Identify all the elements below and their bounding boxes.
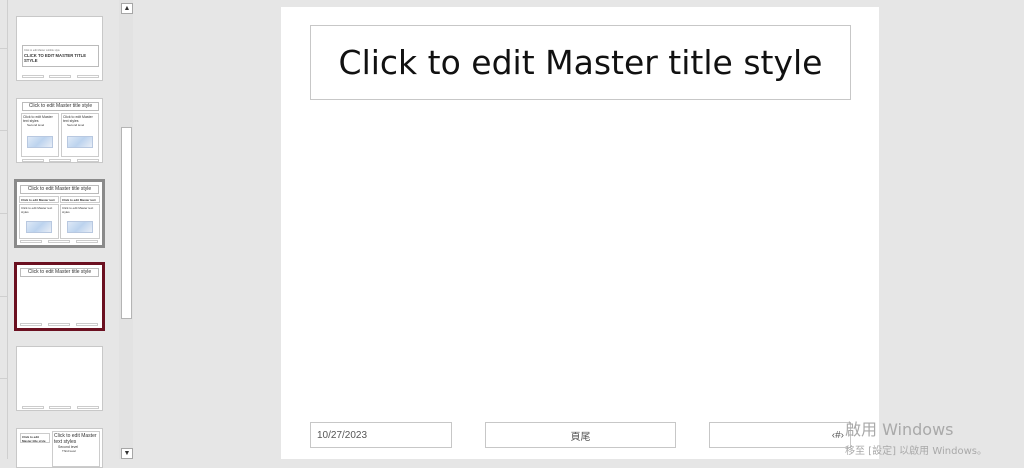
watermark-line2: 移至 [設定] 以啟用 Windows。 <box>845 446 987 457</box>
thumb-footer-box <box>49 406 71 409</box>
layout-thumbnail-blank[interactable] <box>16 346 103 411</box>
tree-connector <box>7 0 8 459</box>
thumb-footer-box <box>49 75 71 78</box>
thumb-left-heading: Click to edit Master text styles <box>19 196 59 203</box>
thumb-picture <box>67 136 93 148</box>
thumb-title: Click to edit Master title style <box>22 102 99 111</box>
thumb-bullet: Second level <box>27 123 45 127</box>
thumb-bullet: Second level <box>67 123 85 127</box>
thumb-left-content: Click to edit Master text styles <box>19 204 59 239</box>
tree-tick <box>0 130 7 131</box>
thumb-right-content: Click to edit Master text styles Second … <box>61 113 99 157</box>
thumb-left-content: Click to edit Master text styles Second … <box>21 113 59 157</box>
thumb-picture <box>27 136 53 148</box>
thumb-text: Click to edit Master text styles <box>63 115 93 123</box>
thumb-number-box <box>76 240 98 243</box>
thumb-title: CLICK TO EDIT MASTER TITLE STYLE <box>24 53 87 63</box>
thumb-date-box <box>22 159 44 162</box>
thumb-right-content: Click to edit Master text styles <box>60 204 100 239</box>
windows-activation-watermark: 啟用 Windows 移至 [設定] 以啟用 Windows。 <box>845 416 987 457</box>
tree-tick <box>0 48 7 49</box>
thumb-title: Click to edit Master title style <box>20 268 99 277</box>
thumb-bullet: Third level <box>62 449 76 453</box>
layout-thumbnail-title-only[interactable]: Click to edit Master title style <box>14 262 105 331</box>
thumb-number-box <box>77 159 99 162</box>
thumb-date-box <box>22 406 44 409</box>
thumb-text: Click to edit Master text styles <box>21 206 53 214</box>
footer-placeholder[interactable]: 頁尾 <box>485 422 676 448</box>
thumb-footer-box <box>48 323 70 326</box>
thumb-right-heading: Click to edit Master text styles <box>60 196 100 203</box>
scrollbar-thumb[interactable] <box>121 127 132 319</box>
date-placeholder[interactable]: 10/27/2023 <box>310 422 452 448</box>
thumb-picture <box>26 221 52 233</box>
thumb-title: Click to edit Master title style <box>20 185 99 194</box>
thumb-content: Click to edit Master text styles Second … <box>52 431 100 467</box>
thumb-footer-box <box>49 159 71 162</box>
thumb-text: Click to edit Master text styles <box>23 115 53 123</box>
tree-tick <box>0 213 7 214</box>
layout-thumbnail-title-slide[interactable]: Click to edit Master subtitle style CLIC… <box>16 16 103 81</box>
thumb-date-box <box>20 240 42 243</box>
thumb-number-box <box>77 406 99 409</box>
scroll-up-button[interactable]: ▲ <box>121 3 133 14</box>
thumb-text: Click to edit Master text styles <box>62 206 94 214</box>
thumb-date-box <box>22 75 44 78</box>
thumb-number-box <box>77 75 99 78</box>
layout-thumbnail-two-content[interactable]: Click to edit Master title style Click t… <box>16 98 103 163</box>
thumb-date-box <box>20 323 42 326</box>
layout-thumbnail-comparison[interactable]: Click to edit Master title style Click t… <box>14 179 105 248</box>
thumb-picture <box>67 221 93 233</box>
slide-canvas[interactable]: Click to edit Master title style 10/27/2… <box>281 7 879 459</box>
thumb-footer-box <box>48 240 70 243</box>
layout-thumbnail-content-caption[interactable]: Click to edit Master title style Click t… <box>16 428 103 468</box>
scroll-down-button[interactable]: ▼ <box>121 448 133 459</box>
title-placeholder[interactable]: Click to edit Master title style <box>310 25 851 100</box>
tree-tick <box>0 296 7 297</box>
watermark-line1: 啟用 Windows <box>845 420 954 439</box>
tree-tick <box>0 378 7 379</box>
slide-number-placeholder[interactable]: ‹#› <box>709 422 851 448</box>
thumb-text: Click to edit Master text styles <box>54 433 97 445</box>
thumb-number-box <box>76 323 98 326</box>
thumb-caption-title: Click to edit Master title style <box>20 433 50 443</box>
thumbnail-pane: Click to edit Master subtitle style CLIC… <box>0 0 133 468</box>
